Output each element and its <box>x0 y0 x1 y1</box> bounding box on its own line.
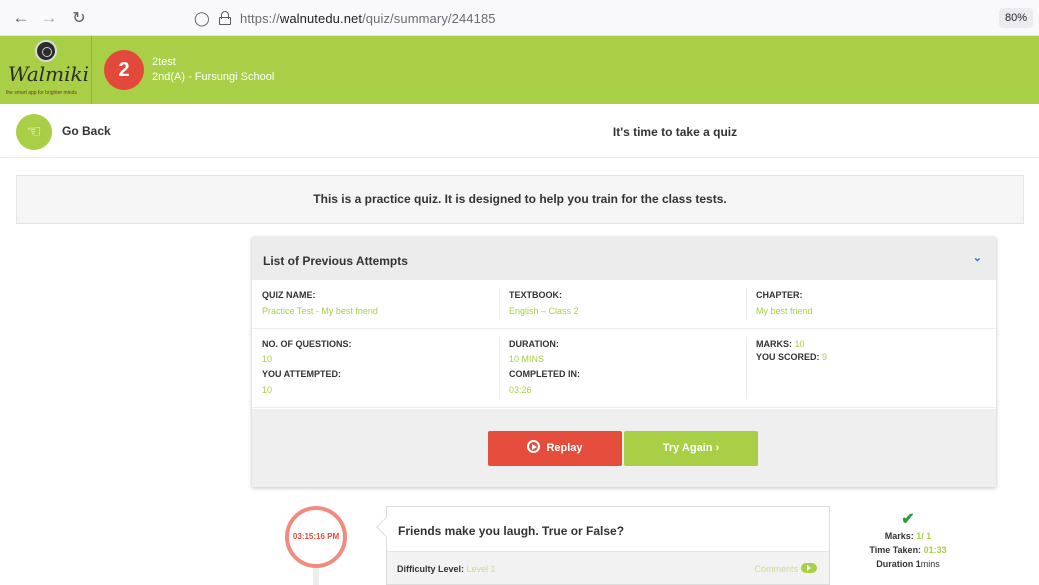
logo-tagline: the smart app for brighter minds <box>6 90 77 96</box>
student-class: 2nd(A) - Fursungi School <box>152 71 275 83</box>
questions-value: 10 <box>262 354 273 364</box>
previous-attempts-panel: List of Previous Attempts ⌄ QUIZ NAME: Pr… <box>252 237 996 487</box>
lock-icon[interactable] <box>218 11 232 25</box>
logo-emblem-icon <box>35 40 57 62</box>
difficulty-value: Level 1 <box>466 564 496 574</box>
student-name: 2test <box>152 56 176 68</box>
comment-arrow-icon <box>801 563 817 573</box>
check-icon: ✔ <box>901 511 915 528</box>
duration-value: 10 MINS <box>509 354 545 364</box>
textbook-value: English – Class 2 <box>509 306 579 316</box>
panel-title: List of Previous Attempts <box>263 254 408 268</box>
replay-button[interactable]: Replay <box>488 431 622 466</box>
reload-icon[interactable]: ↻ <box>68 8 90 28</box>
question-result: ✔ Marks: 1/ 1 Time Taken: 01:33 Duration… <box>858 512 958 570</box>
attempt-row-stats: NO. OF QUESTIONS: 10 YOU ATTEMPTED: 10 D… <box>252 329 996 408</box>
url-text[interactable]: https://walnutedu.net/quiz/summary/24418… <box>240 11 496 26</box>
attempted-value: 10 <box>262 385 273 395</box>
shield-icon[interactable]: ◯ <box>194 10 210 27</box>
chapter-value: My best friend <box>756 306 813 316</box>
try-again-button[interactable]: Try Again › <box>624 431 758 466</box>
textbook-label: TEXTBOOK: <box>509 290 562 300</box>
questions-label: NO. OF QUESTIONS: <box>262 339 352 349</box>
chapter-label: CHAPTER: <box>756 290 803 300</box>
scored-value: 9 <box>822 352 828 362</box>
duration-result: Duration 1mins <box>876 559 940 569</box>
logo-text: Walmiki <box>8 62 90 86</box>
play-icon <box>527 440 541 453</box>
question-text: Friends make you laugh. True or False? <box>398 524 625 538</box>
nav-row: ☜ Go Back It's time to take a quiz <box>0 104 1039 158</box>
duration-label: DURATION: <box>509 339 559 349</box>
back-arrow-icon[interactable]: ← <box>10 8 32 28</box>
marks-value: 10 <box>794 339 805 349</box>
panel-header[interactable]: List of Previous Attempts ⌄ <box>252 237 996 280</box>
question-card: Friends make you laugh. True or False? D… <box>386 506 830 585</box>
attempt-row-info: QUIZ NAME: Practice Test - My best friend… <box>252 280 996 329</box>
chevron-down-icon[interactable]: ⌄ <box>973 251 982 264</box>
question-footer: Difficulty Level: Level 1 Comments <box>387 551 829 584</box>
attempted-label: YOU ATTEMPTED: <box>262 369 341 379</box>
quiz-name-value: Practice Test - My best friend <box>262 306 378 316</box>
marks-result: Marks: 1/ 1 <box>884 531 932 541</box>
panel-actions: Replay Try Again › <box>252 409 996 487</box>
marks-line: MARKS: 10 <box>756 339 805 349</box>
time-taken-result: Time Taken: 01:33 <box>869 545 947 555</box>
step-number-badge: 2 <box>104 50 144 90</box>
app-header: Walmiki the smart app for brighter minds… <box>0 36 1039 104</box>
page-title: It's time to take a quiz <box>612 125 738 139</box>
question-time-badge: 03:15:16 PM <box>285 506 347 568</box>
comments-button[interactable]: Comments <box>754 563 817 574</box>
zoom-level-badge[interactable]: 80% <box>998 8 1033 28</box>
scored-line: YOU SCORED: 9 <box>756 352 828 362</box>
browser-toolbar: ← → ↻ ◯ https://walnutedu.net/quiz/summa… <box>0 0 1039 36</box>
forward-arrow-icon[interactable]: → <box>38 8 60 28</box>
address-bar[interactable]: ◯ https://walnutedu.net/quiz/summary/244… <box>194 6 974 30</box>
chevron-right-icon: › <box>715 442 720 454</box>
quiz-name-label: QUIZ NAME: <box>262 290 316 300</box>
completed-label: COMPLETED IN: <box>509 369 580 379</box>
timeline-line <box>313 568 319 585</box>
completed-value: 03:26 <box>509 385 532 395</box>
logo[interactable]: Walmiki the smart app for brighter minds <box>0 36 92 104</box>
difficulty-level: Difficulty Level: Level 1 <box>397 564 496 574</box>
practice-info-banner: This is a practice quiz. It is designed … <box>16 175 1024 224</box>
